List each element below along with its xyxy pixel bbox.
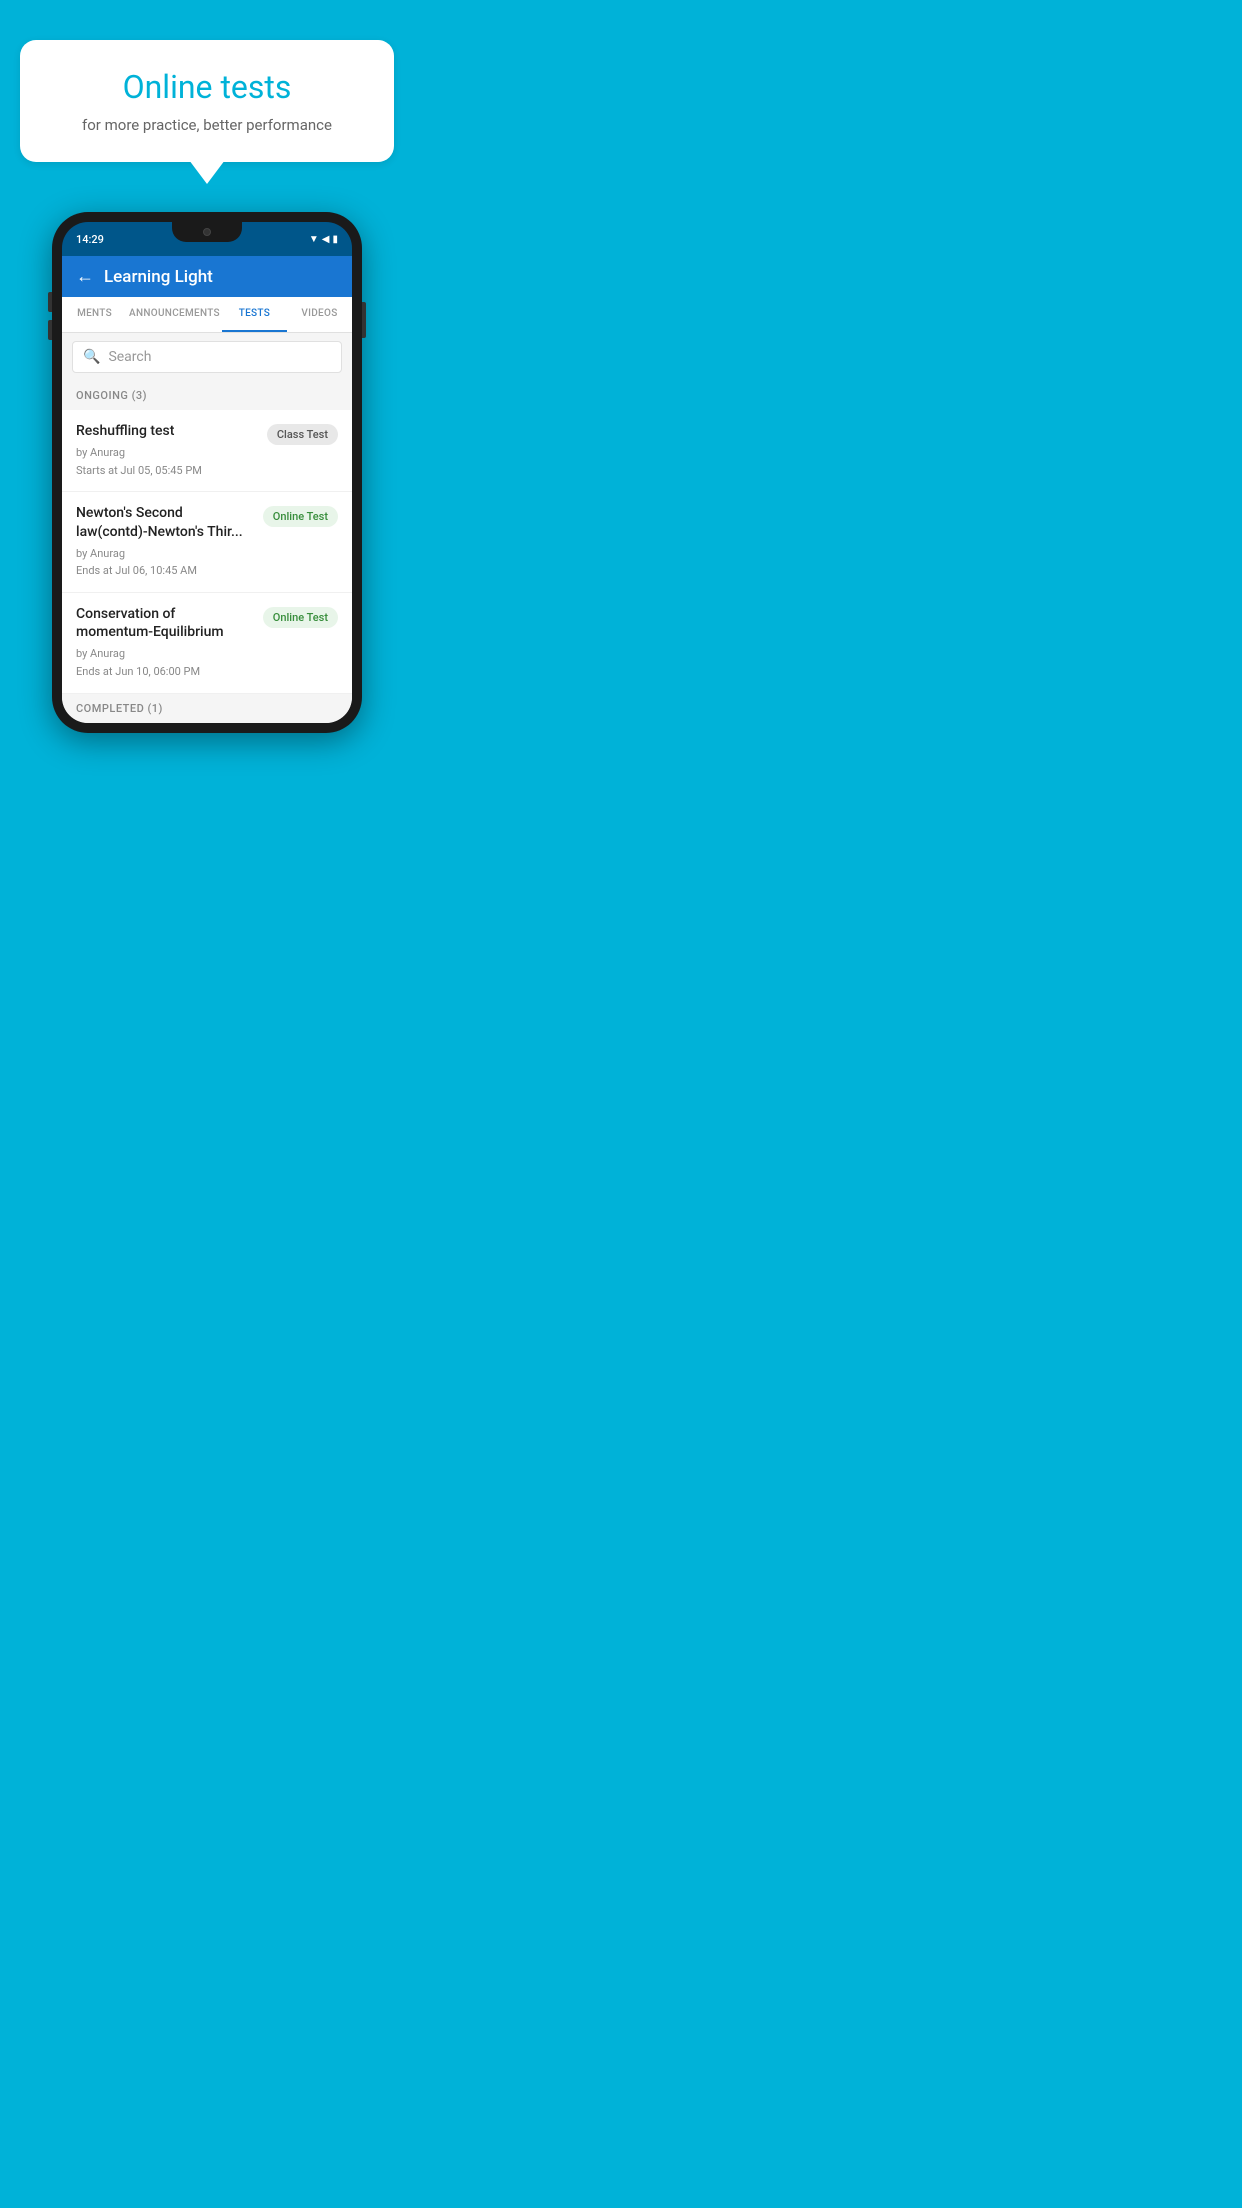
search-input-wrapper[interactable]: 🔍 Search	[72, 341, 342, 373]
phone-screen: ← Learning Light MENTS ANNOUNCEMENTS TES…	[62, 256, 352, 723]
test-name: Newton's Second law(contd)-Newton's Thir…	[76, 504, 255, 540]
volume-down-button	[48, 320, 52, 340]
promo-title: Online tests	[50, 68, 364, 106]
test-info: Reshuffling test by Anurag Starts at Jul…	[76, 422, 259, 479]
tab-tests[interactable]: TESTS	[222, 297, 287, 332]
test-item[interactable]: Newton's Second law(contd)-Newton's Thir…	[62, 492, 352, 593]
phone-frame: 14:29 ▼ ◀ ▮ ← Learning Light MENTS ANNOU…	[52, 212, 362, 733]
test-time: Ends at Jul 06, 10:45 AM	[76, 562, 255, 580]
test-time: Ends at Jun 10, 06:00 PM	[76, 663, 255, 681]
signal-icon: ◀	[322, 234, 330, 245]
search-placeholder-text: Search	[108, 349, 151, 365]
test-badge-online: Online Test	[263, 607, 338, 628]
test-badge-online: Online Test	[263, 506, 338, 527]
test-by: by Anurag	[76, 645, 255, 663]
ongoing-section-header: ONGOING (3)	[62, 381, 352, 410]
test-name: Reshuffling test	[76, 422, 259, 440]
status-icons: ▼ ◀ ▮	[309, 234, 338, 245]
test-info: Newton's Second law(contd)-Newton's Thir…	[76, 504, 255, 580]
tab-ments[interactable]: MENTS	[62, 297, 127, 332]
app-title: Learning Light	[104, 267, 213, 287]
back-button[interactable]: ←	[76, 266, 94, 287]
power-button	[362, 302, 366, 338]
notch	[172, 222, 242, 242]
speech-bubble: Online tests for more practice, better p…	[20, 40, 394, 162]
test-info: Conservation of momentum-Equilibrium by …	[76, 605, 255, 681]
promo-subtitle: for more practice, better performance	[50, 116, 364, 134]
tabs-bar: MENTS ANNOUNCEMENTS TESTS VIDEOS	[62, 297, 352, 333]
app-header: ← Learning Light	[62, 256, 352, 297]
completed-section-header: COMPLETED (1)	[62, 694, 352, 723]
phone-area: 14:29 ▼ ◀ ▮ ← Learning Light MENTS ANNOU…	[0, 212, 414, 733]
promo-section: Online tests for more practice, better p…	[0, 0, 414, 162]
status-bar: 14:29 ▼ ◀ ▮	[62, 222, 352, 256]
test-item[interactable]: Reshuffling test by Anurag Starts at Jul…	[62, 410, 352, 492]
tab-videos[interactable]: VIDEOS	[287, 297, 352, 332]
test-by: by Anurag	[76, 545, 255, 563]
clock: 14:29	[76, 233, 104, 246]
test-badge-class: Class Test	[267, 424, 338, 445]
test-time: Starts at Jul 05, 05:45 PM	[76, 462, 259, 480]
test-name: Conservation of momentum-Equilibrium	[76, 605, 255, 641]
volume-up-button	[48, 292, 52, 312]
battery-icon: ▮	[332, 234, 338, 245]
test-item[interactable]: Conservation of momentum-Equilibrium by …	[62, 593, 352, 694]
wifi-icon: ▼	[309, 234, 319, 245]
tab-announcements[interactable]: ANNOUNCEMENTS	[127, 297, 222, 332]
camera	[203, 228, 211, 236]
test-by: by Anurag	[76, 444, 259, 462]
search-bar: 🔍 Search	[62, 333, 352, 381]
search-icon: 🔍	[83, 349, 100, 365]
